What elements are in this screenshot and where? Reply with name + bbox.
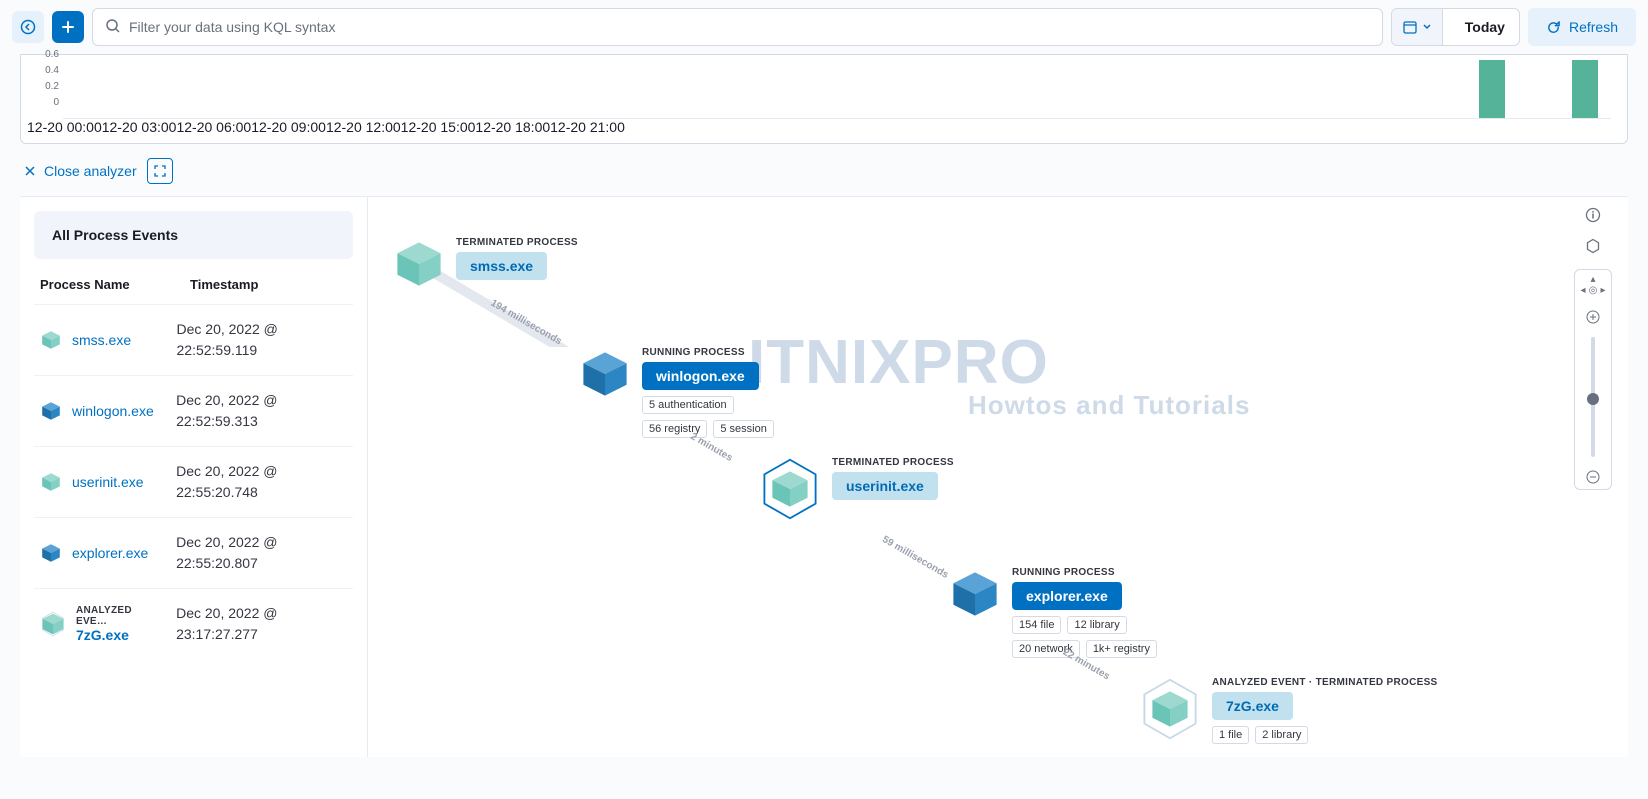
event-count-pill[interactable]: 12 library: [1067, 616, 1126, 634]
node-name[interactable]: smss.exe: [456, 252, 547, 280]
sidebar-title: All Process Events: [34, 211, 353, 259]
timestamp-cell: Dec 20, 2022 @ 22:52:59.119: [177, 319, 348, 361]
pan-left-button[interactable]: ◂: [1578, 285, 1588, 296]
node-name[interactable]: 7zG.exe: [1212, 692, 1293, 720]
timestamp-cell: Dec 20, 2022 @ 22:55:20.748: [176, 461, 347, 503]
date-label[interactable]: Today: [1451, 19, 1519, 35]
refresh-icon: [1546, 20, 1561, 35]
table-row[interactable]: userinit.exe Dec 20, 2022 @ 22:55:20.748: [34, 446, 353, 517]
date-picker[interactable]: Today: [1391, 8, 1520, 46]
x-tick: 12-20 03:00: [102, 119, 177, 135]
node-state-label: TERMINATED PROCESS: [832, 457, 954, 468]
pan-up-button[interactable]: ▴: [1588, 274, 1598, 285]
cube-icon: [392, 237, 446, 291]
watermark: ITNIXPRO Howtos and Tutorials: [748, 327, 1250, 421]
event-count-pill[interactable]: 5 session: [713, 420, 773, 438]
process-node-smss[interactable]: TERMINATED PROCESS smss.exe: [392, 237, 578, 291]
canvas-controls: ▴ ◂◎▸ ▾: [1574, 207, 1612, 490]
x-tick: 12-20 12:00: [326, 119, 401, 135]
event-count-pill[interactable]: 5 authentication: [642, 396, 734, 414]
close-analyzer-link[interactable]: Close analyzer: [24, 163, 137, 179]
edge-duration-label: 59 milliseconds: [880, 534, 950, 581]
process-name-cell[interactable]: explorer.exe: [40, 542, 166, 564]
x-tick: 12-20 15:00: [401, 119, 476, 135]
process-events-sidebar: All Process Events Process Name Timestam…: [20, 197, 368, 757]
x-tick: 12-20 06:00: [176, 119, 251, 135]
close-icon: [24, 165, 36, 177]
table-row[interactable]: explorer.exe Dec 20, 2022 @ 22:55:20.807: [34, 517, 353, 588]
x-tick: 12-20 18:00: [475, 119, 550, 135]
info-icon[interactable]: [1585, 207, 1601, 228]
node-state-label: ANALYZED EVENT · TERMINATED PROCESS: [1212, 677, 1438, 688]
timestamp-cell: Dec 20, 2022 @ 22:55:20.807: [176, 532, 347, 574]
event-count-pill[interactable]: 154 file: [1012, 616, 1061, 634]
add-filter-button[interactable]: [52, 11, 84, 43]
cube-icon: [578, 347, 632, 401]
pan-zoom-control[interactable]: ▴ ◂◎▸ ▾: [1574, 269, 1612, 490]
process-name-cell[interactable]: smss.exe: [40, 329, 167, 351]
pan-right-button[interactable]: ▸: [1598, 285, 1608, 296]
time-histogram: 0.60.40.20 12-20 00:0012-20 03:0012-20 0…: [20, 54, 1628, 144]
process-tree-canvas[interactable]: ITNIXPRO Howtos and Tutorials TERMINATED…: [368, 197, 1628, 757]
event-count-pill[interactable]: 56 registry: [642, 420, 707, 438]
x-tick: 12-20 21:00: [550, 119, 625, 135]
node-state-label: TERMINATED PROCESS: [456, 237, 578, 248]
node-name[interactable]: explorer.exe: [1012, 582, 1122, 610]
cube-icon: [948, 567, 1002, 621]
kql-search-input[interactable]: [129, 19, 1370, 35]
histogram-bar[interactable]: [1572, 60, 1598, 118]
calendar-icon[interactable]: [1392, 9, 1443, 45]
node-state-label: RUNNING PROCESS: [1012, 567, 1172, 578]
x-tick: 12-20 09:00: [251, 119, 326, 135]
x-tick: 12-20 00:00: [27, 119, 102, 135]
search-icon: [105, 18, 121, 37]
col-timestamp: Timestamp: [190, 277, 258, 292]
cube-icon: [1138, 677, 1202, 741]
zoom-in-button[interactable]: [1585, 309, 1601, 325]
fullscreen-button[interactable]: [147, 158, 173, 184]
process-node-7zg[interactable]: ANALYZED EVENT · TERMINATED PROCESS 7zG.e…: [1138, 677, 1438, 744]
node-name[interactable]: winlogon.exe: [642, 362, 759, 390]
topbar: Today Refresh: [0, 0, 1648, 54]
zoom-out-button[interactable]: [1585, 469, 1601, 485]
process-name-cell[interactable]: userinit.exe: [40, 471, 166, 493]
event-count-pill[interactable]: 1 file: [1212, 726, 1249, 744]
zoom-slider[interactable]: [1591, 337, 1595, 457]
col-process-name: Process Name: [40, 277, 190, 292]
process-node-winlogon[interactable]: RUNNING PROCESS winlogon.exe 5 authenticat…: [578, 347, 802, 438]
histogram-bar[interactable]: [1479, 60, 1505, 118]
collapse-sidebar-button[interactable]: [12, 11, 44, 43]
table-row[interactable]: smss.exe Dec 20, 2022 @ 22:52:59.119: [34, 304, 353, 375]
table-row[interactable]: winlogon.exe Dec 20, 2022 @ 22:52:59.313: [34, 375, 353, 446]
event-count-pill[interactable]: 20 network: [1012, 640, 1080, 658]
node-name[interactable]: userinit.exe: [832, 472, 938, 500]
event-count-pill[interactable]: 1k+ registry: [1086, 640, 1157, 658]
node-state-label: RUNNING PROCESS: [642, 347, 802, 358]
process-name-cell[interactable]: ANALYZED EVE…7zG.exe: [40, 605, 166, 643]
refresh-button[interactable]: Refresh: [1528, 8, 1636, 46]
kql-search-box[interactable]: [92, 8, 1383, 46]
hexagon-icon[interactable]: [1585, 238, 1601, 259]
process-name-cell[interactable]: winlogon.exe: [40, 400, 166, 422]
cube-icon: [758, 457, 822, 521]
analyzer-toolbar: Close analyzer: [0, 144, 1648, 192]
edge-duration-label: 194 milliseconds: [489, 298, 564, 348]
event-count-pill[interactable]: 2 library: [1255, 726, 1308, 744]
process-node-userinit[interactable]: TERMINATED PROCESS userinit.exe: [758, 457, 954, 521]
process-node-explorer[interactable]: RUNNING PROCESS explorer.exe 154 file 12 li…: [948, 567, 1172, 658]
table-row[interactable]: ANALYZED EVE…7zG.exe Dec 20, 2022 @ 23:17…: [34, 588, 353, 659]
timestamp-cell: Dec 20, 2022 @ 22:52:59.313: [176, 390, 347, 432]
recenter-button[interactable]: ◎: [1588, 285, 1598, 296]
timestamp-cell: Dec 20, 2022 @ 23:17:27.277: [176, 603, 347, 645]
